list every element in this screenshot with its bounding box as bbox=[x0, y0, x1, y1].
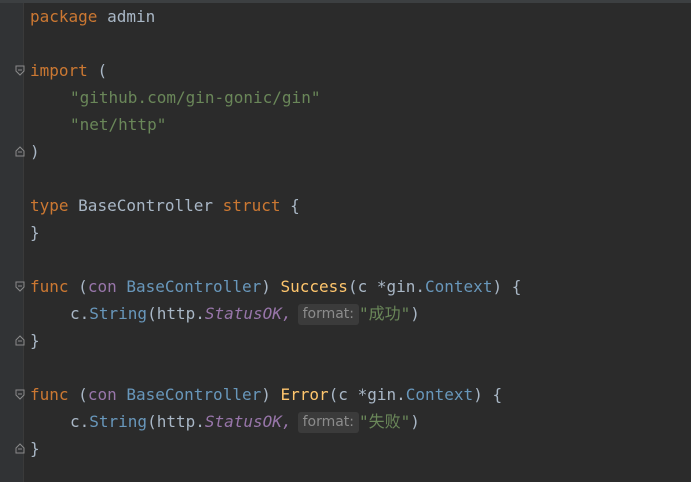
code-line-package: package admin bbox=[30, 3, 155, 30]
receiver-open-paren: ( bbox=[78, 385, 88, 404]
import-open-paren: ( bbox=[97, 61, 108, 80]
fold-close-icon[interactable] bbox=[15, 146, 25, 157]
string-argument: "失败" bbox=[359, 412, 411, 431]
struct-close-brace: } bbox=[30, 223, 40, 242]
call-close-paren: ) bbox=[410, 412, 420, 431]
dot: . bbox=[396, 385, 406, 404]
package-ref: gin bbox=[367, 385, 397, 404]
params-close: ) { bbox=[473, 385, 503, 404]
fold-close-icon[interactable] bbox=[15, 443, 25, 454]
code-line-success-body: c.String(http.StatusOK, format: "成功") bbox=[30, 300, 420, 327]
method-name: String bbox=[89, 304, 148, 323]
keyword-import: import bbox=[30, 61, 88, 80]
import-close-paren: ) bbox=[30, 142, 40, 161]
parameter-hint: format: bbox=[297, 304, 360, 325]
keyword-func: func bbox=[30, 385, 69, 404]
func-close-brace: } bbox=[30, 439, 40, 458]
receiver-ref: c. bbox=[70, 412, 90, 431]
fold-open-icon[interactable] bbox=[15, 65, 25, 76]
call-close-paren: ) bbox=[410, 304, 420, 323]
code-line-type-close: } bbox=[30, 219, 40, 246]
code-line-func-success: func (con BaseController) Success(c *gin… bbox=[30, 273, 521, 300]
receiver-type: BaseController bbox=[126, 385, 262, 404]
package-name: admin bbox=[107, 7, 156, 26]
keyword-struct: struct bbox=[222, 196, 281, 215]
status-constant: StatusOK, bbox=[204, 304, 292, 323]
struct-open-brace: { bbox=[290, 196, 300, 215]
code-line-import-close: ) bbox=[30, 138, 40, 165]
status-constant: StatusOK, bbox=[204, 412, 292, 431]
import-path: "github.com/gin-gonic/gin" bbox=[70, 88, 321, 107]
function-name: Error bbox=[280, 385, 329, 404]
func-close-brace: } bbox=[30, 331, 40, 350]
keyword-func: func bbox=[30, 277, 69, 296]
code-editor[interactable]: package admin import ( "github.com/gin-g… bbox=[0, 0, 691, 482]
editor-gutter bbox=[0, 3, 25, 482]
function-name: Success bbox=[280, 277, 348, 296]
context-type: Context bbox=[425, 277, 493, 296]
receiver-type: BaseController bbox=[126, 277, 262, 296]
receiver-open-paren: ( bbox=[78, 277, 88, 296]
string-argument: "成功" bbox=[359, 304, 411, 323]
import-path: "net/http" bbox=[70, 115, 167, 134]
receiver-name: con bbox=[87, 385, 117, 404]
receiver-ref: c. bbox=[70, 304, 90, 323]
package-ref: gin bbox=[386, 277, 416, 296]
code-line-success-close: } bbox=[30, 327, 40, 354]
params-close: ) { bbox=[492, 277, 522, 296]
method-name: String bbox=[89, 412, 148, 431]
code-line-import-http: "net/http" bbox=[30, 111, 166, 138]
keyword-package: package bbox=[30, 7, 98, 26]
fold-open-icon[interactable] bbox=[15, 389, 25, 400]
code-line-type: type BaseController struct { bbox=[30, 192, 300, 219]
http-package: http. bbox=[156, 412, 205, 431]
code-line-error-body: c.String(http.StatusOK, format: "失败") bbox=[30, 408, 420, 435]
code-line-import-gin: "github.com/gin-gonic/gin" bbox=[30, 84, 320, 111]
call-open-paren: ( bbox=[147, 412, 157, 431]
keyword-type: type bbox=[30, 196, 69, 215]
receiver-name: con bbox=[87, 277, 117, 296]
code-line-func-error: func (con BaseController) Error(c *gin.C… bbox=[30, 381, 502, 408]
params-open: (c * bbox=[347, 277, 387, 296]
call-open-paren: ( bbox=[147, 304, 157, 323]
http-package: http. bbox=[156, 304, 205, 323]
receiver-close-paren: ) bbox=[261, 385, 271, 404]
type-name: BaseController bbox=[78, 196, 214, 215]
context-type: Context bbox=[405, 385, 474, 404]
parameter-hint: format: bbox=[297, 412, 360, 433]
fold-close-icon[interactable] bbox=[15, 335, 25, 346]
params-open: (c * bbox=[328, 385, 368, 404]
code-line-error-close: } bbox=[30, 435, 40, 462]
fold-open-icon[interactable] bbox=[15, 281, 25, 292]
code-line-import: import ( bbox=[30, 57, 107, 84]
receiver-close-paren: ) bbox=[261, 277, 271, 296]
dot: . bbox=[415, 277, 426, 296]
